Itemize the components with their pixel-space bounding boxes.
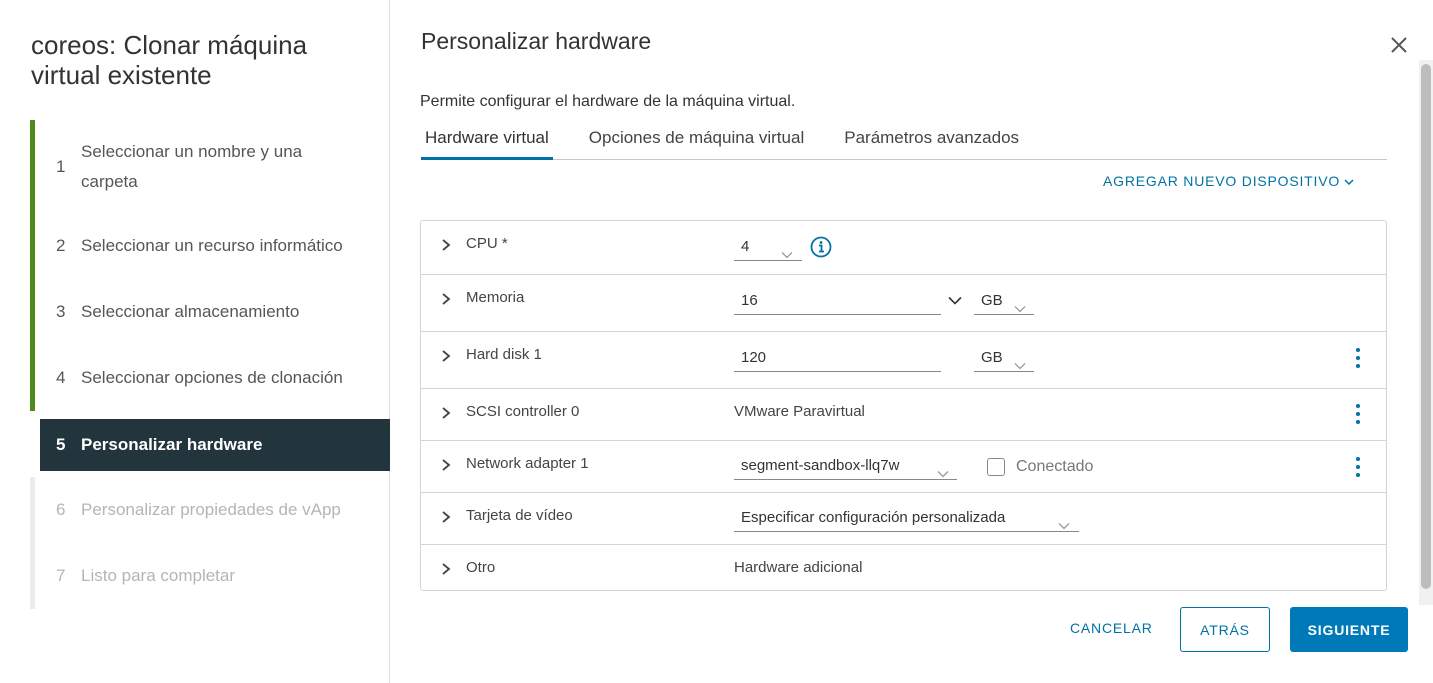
kebab-menu-icon[interactable] xyxy=(1351,403,1365,425)
page-title: Personalizar hardware xyxy=(421,28,652,54)
chevron-right-icon[interactable] xyxy=(439,406,453,420)
chevron-down-icon xyxy=(781,243,793,259)
cancel-button[interactable]: CANCELAR xyxy=(1070,620,1153,636)
tab-bar: Hardware virtual Opciones de máquina vir… xyxy=(421,120,1387,160)
hw-row-other: Otro Hardware adicional xyxy=(421,545,1386,590)
chevron-down-icon xyxy=(1014,354,1026,370)
hard-disk-unit-select[interactable]: GB xyxy=(974,345,1034,372)
step-progress-bar xyxy=(30,543,35,609)
tab-vm-options[interactable]: Opciones de máquina virtual xyxy=(585,120,808,160)
step-select-storage[interactable]: 3 Seleccionar almacenamiento xyxy=(30,279,390,345)
step-progress-bar xyxy=(30,213,35,279)
step-label: Personalizar propiedades de vApp xyxy=(81,500,341,519)
add-new-device-button[interactable]: AGREGAR NUEVO DISPOSITIVO xyxy=(1103,173,1354,189)
step-label: Seleccionar un recurso informático xyxy=(81,236,343,255)
step-label: Personalizar hardware xyxy=(81,435,263,454)
step-number: 1 xyxy=(56,156,66,176)
connected-checkbox[interactable] xyxy=(987,458,1005,476)
network-select[interactable]: segment-sandbox-llq7w xyxy=(734,453,957,480)
hard-disk-value: 120 xyxy=(741,349,767,366)
chevron-down-icon xyxy=(1058,514,1070,530)
step-label: Seleccionar un nombre y una carpeta xyxy=(81,141,303,191)
scsi-controller-label: SCSI controller 0 xyxy=(466,403,580,420)
step-label: Listo para completar xyxy=(81,566,236,585)
step-number: 2 xyxy=(56,236,66,255)
chevron-down-icon xyxy=(937,462,949,478)
video-card-select[interactable]: Especificar configuración personalizada xyxy=(734,505,1079,532)
chevron-right-icon[interactable] xyxy=(439,292,453,306)
memory-input[interactable]: 16 xyxy=(734,288,941,315)
add-device-label: AGREGAR NUEVO DISPOSITIVO xyxy=(1103,173,1341,189)
wizard-steps: 1 Seleccionar un nombre y una carpeta 2 … xyxy=(30,120,390,609)
memory-unit: GB xyxy=(981,292,1003,309)
cpu-label: CPU * xyxy=(466,235,508,252)
hardware-table: CPU * 4 Memoria 16 GB Hard disk 1 120 GB… xyxy=(420,220,1387,591)
hw-row-hard-disk: Hard disk 1 120 GB xyxy=(421,332,1386,389)
step-label: Seleccionar almacenamiento xyxy=(81,302,300,321)
chevron-right-icon[interactable] xyxy=(439,458,453,472)
scsi-controller-value: VMware Paravirtual xyxy=(734,403,865,420)
cpu-value: 4 xyxy=(741,238,750,255)
page-description: Permite configurar el hardware de la máq… xyxy=(420,93,796,110)
chevron-right-icon[interactable] xyxy=(439,510,453,524)
step-number: 6 xyxy=(56,500,66,519)
scrollbar[interactable] xyxy=(1419,60,1433,605)
kebab-menu-icon[interactable] xyxy=(1351,456,1365,478)
next-button[interactable]: SIGUIENTE xyxy=(1290,607,1408,652)
cpu-select[interactable]: 4 xyxy=(734,234,802,261)
step-progress-bar xyxy=(30,279,35,345)
other-value: Hardware adicional xyxy=(734,559,863,576)
step-number: 3 xyxy=(56,302,66,321)
hw-row-network-adapter: Network adapter 1 segment-sandbox-llq7w … xyxy=(421,441,1386,493)
hard-disk-input[interactable]: 120 xyxy=(734,345,941,372)
step-number: 4 xyxy=(56,368,66,387)
chevron-down-icon xyxy=(1014,297,1026,313)
connected-label: Conectado xyxy=(1016,458,1094,475)
chevron-right-icon[interactable] xyxy=(439,238,453,252)
step-select-name-folder[interactable]: 1 Seleccionar un nombre y una carpeta xyxy=(30,120,390,213)
memory-value: 16 xyxy=(741,292,758,309)
chevron-down-icon[interactable] xyxy=(948,292,962,305)
info-icon[interactable] xyxy=(810,236,832,258)
memory-label: Memoria xyxy=(466,289,525,306)
clone-vm-wizard: coreos: Clonar máquina virtual existente… xyxy=(0,0,1433,683)
chevron-down-icon xyxy=(1344,173,1354,189)
back-button[interactable]: ATRÁS xyxy=(1180,607,1270,652)
step-number: 7 xyxy=(56,566,66,585)
video-card-value: Especificar configuración personalizada xyxy=(741,509,1006,526)
step-customize-vapp: 6 Personalizar propiedades de vApp xyxy=(30,477,390,543)
close-icon[interactable] xyxy=(1388,34,1410,56)
kebab-menu-icon[interactable] xyxy=(1351,347,1365,369)
hw-row-cpu: CPU * 4 xyxy=(421,221,1386,275)
step-customize-hardware[interactable]: 5 Personalizar hardware xyxy=(40,419,390,471)
hard-disk-unit: GB xyxy=(981,349,1003,366)
wizard-sidebar: coreos: Clonar máquina virtual existente… xyxy=(0,0,390,683)
network-adapter-label: Network adapter 1 xyxy=(466,455,589,472)
tab-virtual-hardware[interactable]: Hardware virtual xyxy=(421,120,553,160)
other-label: Otro xyxy=(466,559,496,576)
network-value: segment-sandbox-llq7w xyxy=(741,457,900,474)
step-label: Seleccionar opciones de clonación xyxy=(81,368,343,387)
chevron-right-icon[interactable] xyxy=(439,349,453,363)
step-ready-to-complete: 7 Listo para completar xyxy=(30,543,390,609)
hard-disk-label: Hard disk 1 xyxy=(466,346,542,363)
wizard-title: coreos: Clonar máquina virtual existente xyxy=(31,30,308,90)
step-progress-bar xyxy=(30,477,35,543)
step-number: 5 xyxy=(56,435,66,454)
video-card-label: Tarjeta de vídeo xyxy=(466,507,573,524)
memory-unit-select[interactable]: GB xyxy=(974,288,1034,315)
step-progress-bar xyxy=(30,120,35,213)
step-select-compute-resource[interactable]: 2 Seleccionar un recurso informático xyxy=(30,213,390,279)
hw-row-scsi-controller: SCSI controller 0 VMware Paravirtual xyxy=(421,389,1386,441)
chevron-right-icon[interactable] xyxy=(439,562,453,576)
scrollbar-thumb[interactable] xyxy=(1421,64,1431,589)
hw-row-video-card: Tarjeta de vídeo Especificar configuraci… xyxy=(421,493,1386,545)
main-content: Personalizar hardware Permite configurar… xyxy=(390,0,1433,683)
hw-row-memory: Memoria 16 GB xyxy=(421,275,1386,332)
step-progress-bar xyxy=(30,345,35,411)
step-select-clone-options[interactable]: 4 Seleccionar opciones de clonación xyxy=(30,345,390,411)
tab-advanced-parameters[interactable]: Parámetros avanzados xyxy=(840,120,1023,160)
